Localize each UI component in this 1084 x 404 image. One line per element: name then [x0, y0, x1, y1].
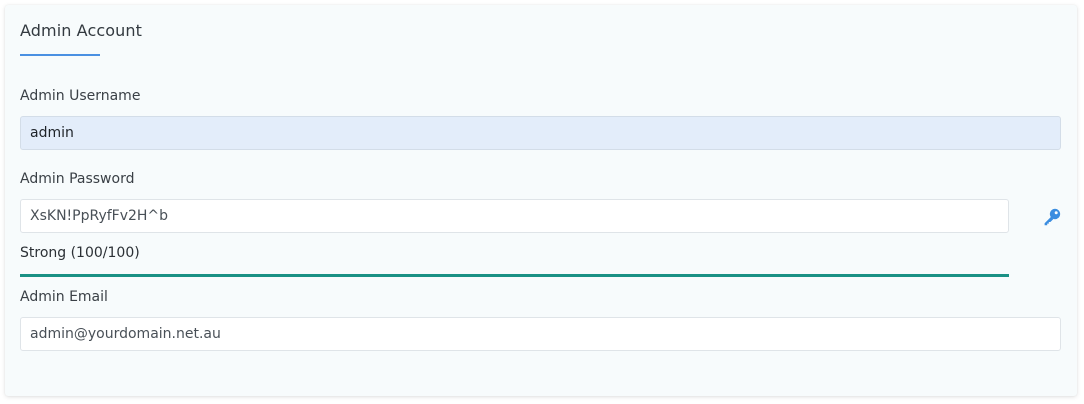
email-input[interactable] [20, 317, 1061, 351]
username-label: Admin Username [20, 88, 141, 104]
password-strength-fill [20, 274, 1009, 277]
password-label: Admin Password [20, 171, 135, 187]
generate-password-button[interactable] [1041, 206, 1063, 228]
password-strength-meter [20, 274, 1009, 277]
key-icon [1044, 208, 1061, 226]
email-label: Admin Email [20, 289, 108, 305]
password-strength-label: Strong (100/100) [20, 245, 140, 261]
password-input[interactable] [20, 199, 1009, 233]
admin-account-panel: Admin Account Admin Username Admin Passw… [5, 5, 1077, 396]
username-input[interactable] [20, 116, 1061, 150]
title-underline [20, 54, 100, 56]
section-title: Admin Account [20, 21, 142, 40]
